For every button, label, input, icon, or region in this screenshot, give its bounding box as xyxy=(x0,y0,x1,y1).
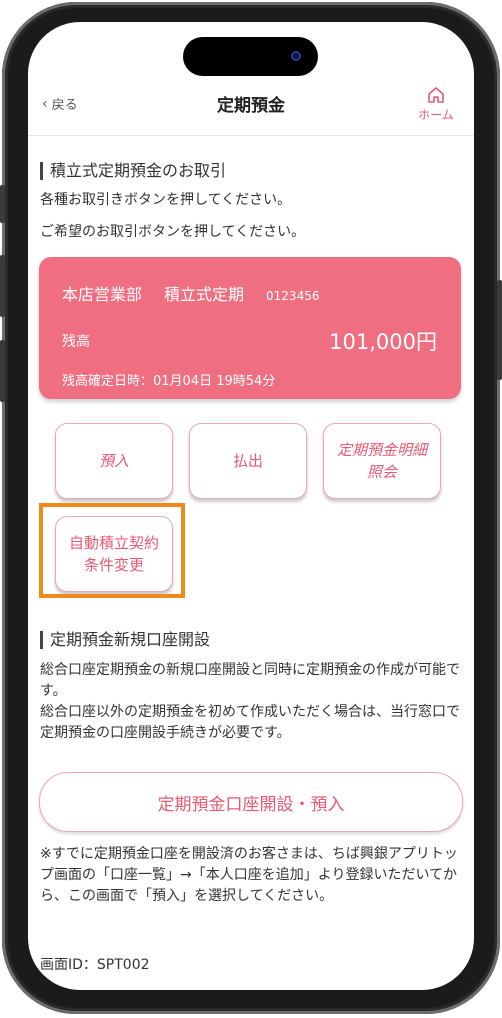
section-heading-new-account: 定期預金新規口座開設 xyxy=(40,631,210,649)
home-button[interactable]: ホーム xyxy=(414,85,458,123)
open-account-deposit-button[interactable]: 定期預金口座開設・預入 xyxy=(39,772,463,832)
instruction-text-1: 各種お取引きボタンを押してください。 xyxy=(40,192,292,208)
instruction-text-2: ご希望のお取引ボタンを押してください。 xyxy=(40,224,306,240)
page-title: 定期預金 xyxy=(217,96,285,116)
withdraw-label: 払出 xyxy=(232,452,263,470)
balance-value: 101,000円 xyxy=(329,330,437,354)
statement-inquiry-label-line1: 定期預金明細 xyxy=(336,441,427,459)
section-heading-transactions: 積立式定期預金のお取引 xyxy=(40,162,226,180)
deposit-label: 預入 xyxy=(98,452,129,470)
phone-volume-up-button xyxy=(0,255,5,317)
dynamic-island xyxy=(183,37,318,76)
registration-note: ※すでに定期預金口座を開設済のお客さまは、ちば興銀アプリトップ画面の「口座一覧」… xyxy=(40,846,458,904)
app-header: ‹ 戻る 定期預金 ホーム xyxy=(28,77,474,136)
phone-volume-down-button xyxy=(0,340,5,402)
home-icon xyxy=(428,87,444,103)
account-type: 積立式定期 xyxy=(164,285,245,304)
open-account-deposit-label: 定期預金口座開設・預入 xyxy=(157,794,345,815)
phone-power-button xyxy=(497,280,502,380)
screen-id: 画面ID：SPT002 xyxy=(40,957,150,973)
statement-inquiry-button[interactable]: 定期預金明細 照会 xyxy=(323,423,441,499)
withdraw-button[interactable]: 払出 xyxy=(189,423,307,499)
branch-name: 本店営業部 xyxy=(62,285,143,304)
new-account-description-1: 総合口座定期預金の新規口座開設と同時に定期預金の作成が可能です。 xyxy=(40,662,460,699)
new-account-description-2: 総合口座以外の定期預金を初めて作成いただく場合は、当行窓口で定期預金の口座開設手… xyxy=(40,704,460,741)
balance-label: 残高 xyxy=(62,334,90,350)
statement-inquiry-label-line2: 照会 xyxy=(366,463,397,481)
highlight-box xyxy=(39,503,185,598)
balance-confirmed-date: 残高確定日時：01月04日 19時54分 xyxy=(62,374,276,389)
account-number: 0123456 xyxy=(266,289,320,303)
account-card: 本店営業部 積立式定期 0123456 残高 101,000円 残高確定日時：0… xyxy=(39,257,461,399)
deposit-button[interactable]: 預入 xyxy=(55,423,173,499)
front-camera xyxy=(291,51,301,61)
statement-inquiry-label: 定期預金明細 照会 xyxy=(337,439,427,483)
home-label: ホーム xyxy=(418,108,454,122)
phone-action-button xyxy=(0,185,5,223)
app-screen: ‹ 戻る 定期預金 ホーム 積立式定期預金のお取引 各種お取引きボタンを押してく… xyxy=(28,22,474,990)
